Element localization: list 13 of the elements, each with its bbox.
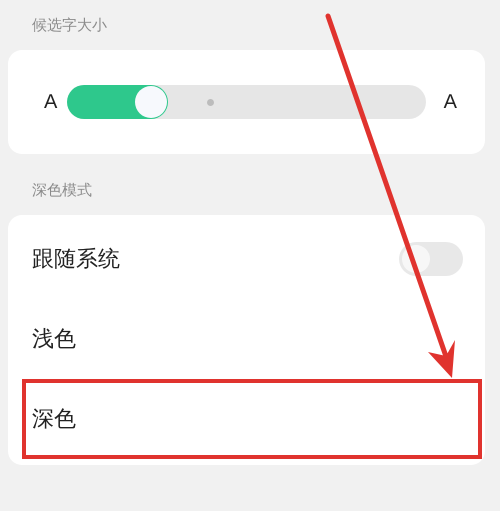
font-size-slider[interactable] [67, 85, 426, 119]
option-label: 深色 [32, 406, 76, 434]
small-size-label: A [44, 90, 58, 114]
option-label: 跟随系统 [32, 246, 120, 274]
section-title: 深色模式 [32, 180, 93, 201]
step-dot [207, 99, 214, 106]
toggle-switch[interactable] [399, 242, 463, 276]
highlight-box[interactable]: 深色 [22, 379, 482, 459]
option-row[interactable]: 跟随系统 [22, 219, 482, 299]
option-row[interactable]: 浅色 [22, 299, 482, 379]
section-title: 候选字大小 [32, 15, 108, 36]
option-label: 浅色 [32, 326, 76, 354]
large-size-label: A [444, 90, 457, 114]
